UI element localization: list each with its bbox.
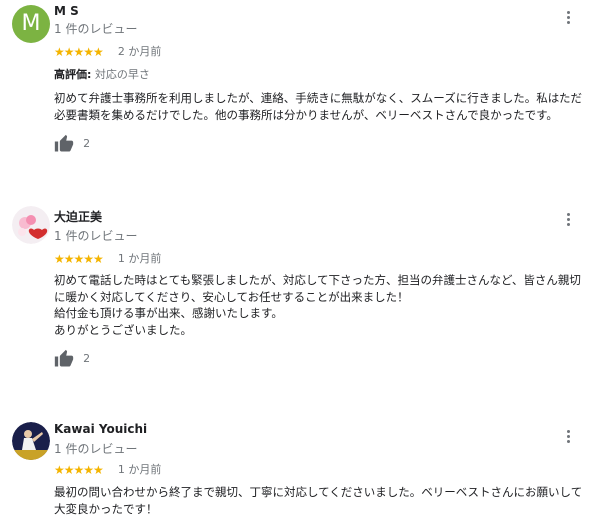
thumbs-up-icon [54,349,74,367]
review-date: 1 か月前 [117,252,162,265]
rating-row: ★★★★★ 1 か月前 [54,252,161,266]
like-count: 2 [83,137,91,150]
highlight-row: 高評価: 対応の早さ [54,66,150,82]
star-rating: ★★★★★ [54,463,104,477]
reviewer-name[interactable]: 大迫正美 [54,208,102,225]
review-text: 初めて電話した時はとても緊張しましたが、対応して下さった方、担当の弁護士さんなど… [54,273,581,337]
like-button[interactable]: 2 [54,134,90,154]
rating-row: ★★★★★ 2 か月前 [54,45,161,59]
star-rating: ★★★★★ [54,252,104,266]
review-count: 1 件のレビュー [54,229,138,243]
review-date: 2 か月前 [117,45,162,58]
photo-avatar-image [12,422,50,460]
heart-avatar-image [12,206,50,244]
more-options-icon[interactable] [560,212,576,228]
review-text: 初めて弁護士事務所を利用しましたが、連絡、手続きに無駄がなく、スムーズに行きまし… [54,91,582,122]
more-options-icon[interactable] [560,10,576,26]
review-count: 1 件のレビュー [54,442,138,456]
review-count: 1 件のレビュー [54,22,138,36]
like-button[interactable]: 2 [54,349,90,369]
avatar[interactable] [12,422,50,460]
highlight-label: 高評価: [54,68,92,81]
star-rating: ★★★★★ [54,45,104,59]
reviewer-name[interactable]: M S [54,4,79,18]
reviewer-name[interactable]: Kawai Youichi [54,422,147,436]
avatar[interactable] [12,206,50,244]
more-options-icon[interactable] [560,429,576,445]
highlight-value: 対応の早さ [94,68,150,81]
rating-row: ★★★★★ 1 か月前 [54,463,161,477]
review-date: 1 か月前 [117,463,162,476]
like-count: 2 [83,352,91,365]
thumbs-up-icon [54,134,74,152]
review-text: 最初の問い合わせから終了まで親切、丁寧に対応してくださいました。ベリーベストさん… [54,485,583,516]
avatar[interactable]: M [12,5,50,43]
